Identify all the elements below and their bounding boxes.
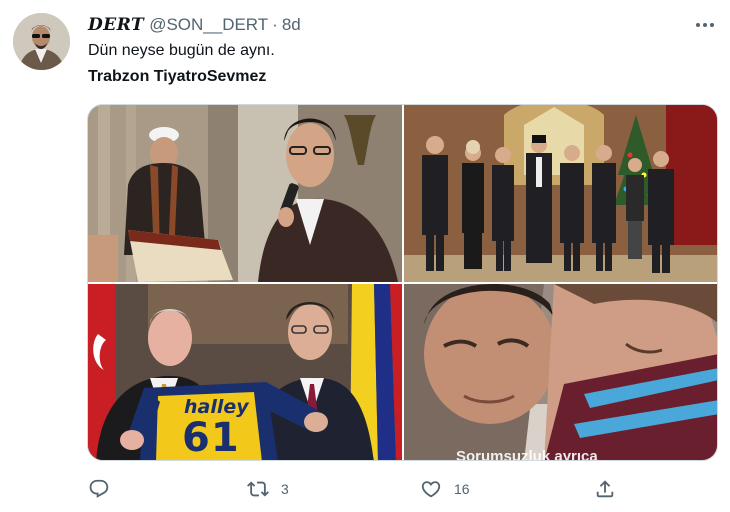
like-button[interactable]: 16 — [420, 476, 470, 502]
retweet-icon — [247, 478, 269, 500]
jersey-number: 61 — [182, 415, 240, 461]
tweet-actions: 3 16 — [86, 476, 626, 502]
photo-3[interactable]: halley 61 — [88, 284, 402, 461]
more-options-icon[interactable] — [694, 14, 716, 36]
photo-4[interactable]: Sorumsuzluk ayrıca — [404, 284, 717, 461]
timestamp[interactable]: 8d — [282, 15, 301, 35]
photo-caption: Sorumsuzluk ayrıca — [456, 448, 598, 461]
retweet-count: 3 — [281, 481, 289, 497]
photo-2[interactable] — [404, 105, 717, 282]
like-icon — [420, 478, 442, 500]
user-handle[interactable]: @SON__DERT — [149, 15, 268, 35]
tweet-text-line-1: Dün neyse bugün de aynı. — [88, 42, 275, 59]
tweet[interactable]: DERT @SON__DERT · 8d Dün neyse bugün de … — [0, 0, 730, 512]
media-grid: halley 61 Sorumsuzluk ayrıca — [87, 104, 718, 461]
like-count: 16 — [454, 481, 470, 497]
avatar[interactable] — [13, 13, 70, 70]
retweet-button[interactable]: 3 — [247, 476, 289, 502]
display-name[interactable]: DERT — [88, 15, 144, 35]
tweet-header: DERT @SON__DERT · 8d — [88, 14, 301, 36]
share-icon — [594, 478, 616, 500]
reply-icon — [88, 478, 110, 500]
separator-dot: · — [272, 15, 278, 34]
tweet-text-line-2: Trabzon TiyatroSevmez — [88, 68, 267, 85]
photo-1[interactable] — [88, 105, 402, 282]
share-button[interactable] — [594, 476, 616, 502]
reply-button[interactable] — [88, 476, 110, 502]
